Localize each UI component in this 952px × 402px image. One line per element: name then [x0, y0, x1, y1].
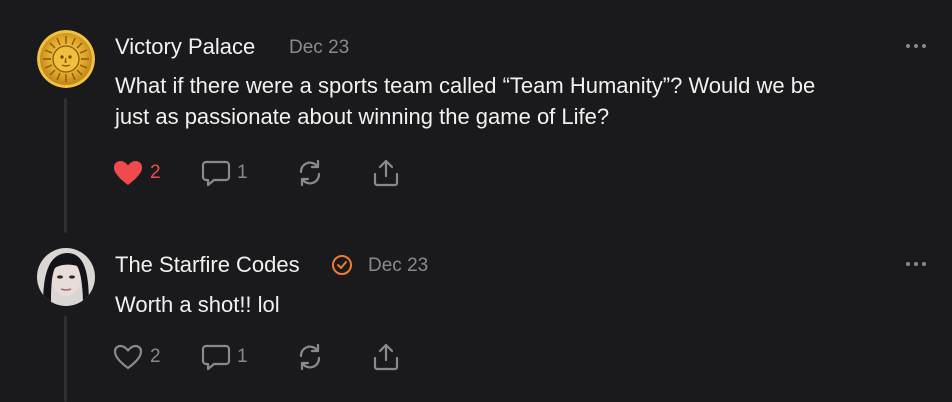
- like-button[interactable]: 2: [112, 342, 161, 372]
- dot: [906, 262, 910, 266]
- dot: [906, 44, 910, 48]
- share-button[interactable]: [371, 158, 401, 188]
- like-count: 2: [150, 346, 161, 367]
- restack-button[interactable]: [295, 342, 325, 372]
- avatar-victory-palace[interactable]: [37, 30, 95, 88]
- share-icon: [373, 343, 399, 371]
- sun-emblem-icon: [37, 30, 95, 88]
- author-name[interactable]: The Starfire Codes: [115, 252, 300, 278]
- thread-line: [64, 316, 67, 402]
- post-body-line: Worth a shot!! lol: [115, 292, 280, 317]
- dot: [922, 262, 926, 266]
- refresh-icon: [299, 343, 321, 371]
- post-body: What if there were a sports team called …: [115, 70, 915, 132]
- refresh-icon: [299, 159, 321, 187]
- more-options-button[interactable]: [906, 41, 932, 51]
- comment-button[interactable]: 1: [201, 158, 248, 188]
- post-body-line: just as passionate about winning the gam…: [115, 104, 610, 129]
- author-name[interactable]: Victory Palace: [115, 34, 255, 60]
- dot: [914, 44, 918, 48]
- post-1: Victory Palace Dec 23 What if there were…: [0, 0, 952, 235]
- comment-button[interactable]: 1: [201, 342, 248, 372]
- thread-line: [64, 98, 67, 233]
- post-body: Worth a shot!! lol: [115, 289, 915, 320]
- post-body-line: What if there were a sports team called …: [115, 73, 816, 98]
- comment-count: 1: [237, 346, 248, 367]
- person-photo: [37, 248, 95, 306]
- share-icon: [373, 159, 399, 187]
- like-button[interactable]: 2: [112, 158, 161, 188]
- post-date[interactable]: Dec 23: [289, 37, 349, 59]
- comment-icon: [201, 160, 231, 187]
- heart-outline-icon: [113, 344, 143, 370]
- comment-icon: [201, 344, 231, 371]
- comment-count: 1: [237, 162, 248, 183]
- heart-filled-icon: [114, 161, 142, 185]
- post-date[interactable]: Dec 23: [368, 255, 428, 277]
- more-options-button[interactable]: [906, 259, 932, 269]
- post-2: The Starfire Codes Dec 23 Worth a shot!!…: [0, 235, 952, 402]
- verified-badge-icon: [332, 255, 352, 275]
- restack-button[interactable]: [295, 158, 325, 188]
- share-button[interactable]: [371, 342, 401, 372]
- avatar-starfire-codes[interactable]: [37, 248, 95, 306]
- dot: [914, 262, 918, 266]
- dot: [922, 44, 926, 48]
- like-count: 2: [150, 162, 161, 183]
